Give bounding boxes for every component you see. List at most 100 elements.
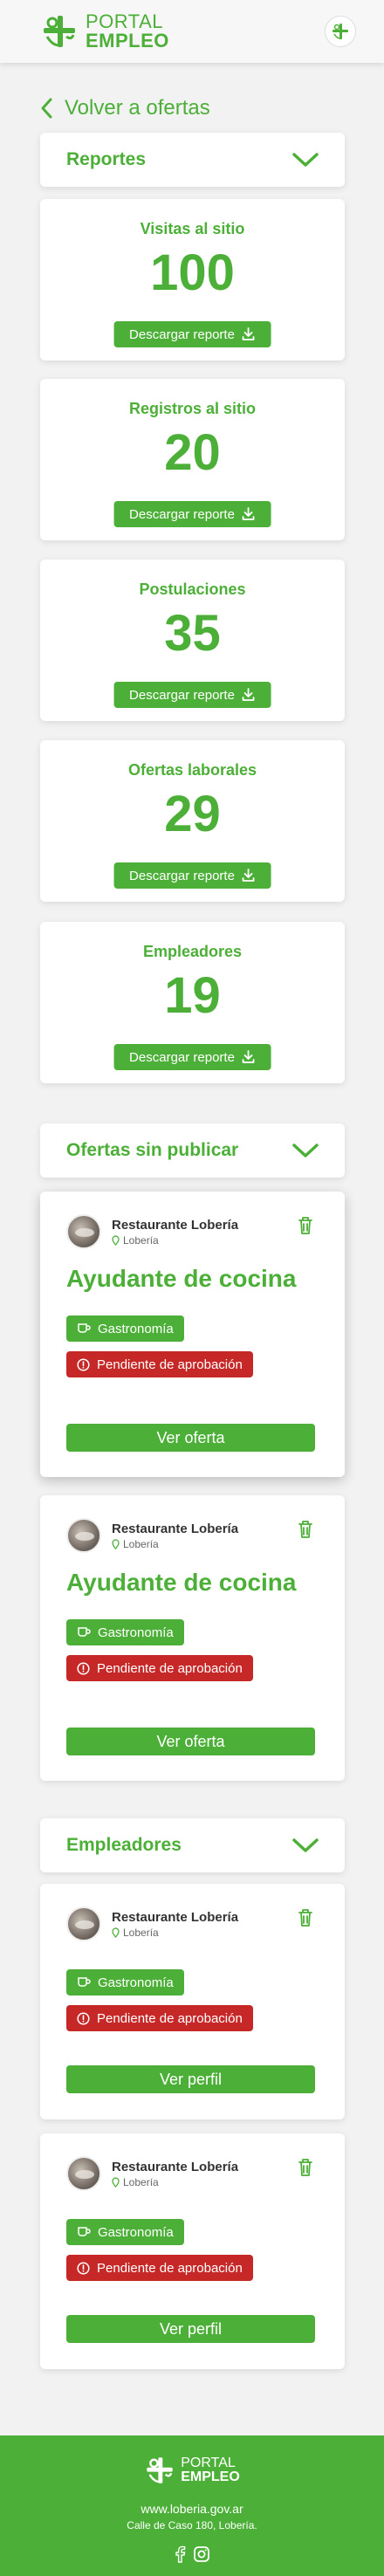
back-to-offers-link[interactable]: Volver a ofertas	[40, 96, 210, 120]
alert-circle-icon	[77, 1661, 90, 1675]
location-pin-icon	[112, 1234, 120, 1246]
company-name: Restaurante Lobería	[112, 1909, 239, 1925]
stat-card-job-offers: Ofertas laborales 29 Descargar reporte	[40, 740, 345, 902]
company-location: Lobería	[112, 1234, 238, 1247]
stat-label: Visitas al sitio	[140, 220, 245, 237]
category-label: Gastronomía	[98, 1975, 174, 1990]
download-icon	[243, 327, 255, 340]
offer-card: Restaurante Lobería Lobería Ayudante de …	[40, 1192, 345, 1477]
view-profile-button[interactable]: Ver perfil	[66, 2065, 315, 2093]
stat-card-visits: Visitas al sitio 100 Descargar reporte	[40, 199, 345, 361]
alert-circle-icon	[77, 2011, 90, 2025]
chevron-down-icon	[292, 153, 319, 167]
delete-button[interactable]	[298, 1520, 313, 1542]
coffee-cup-icon	[78, 1323, 91, 1333]
view-offer-button[interactable]: Ver oferta	[66, 1728, 315, 1755]
download-icon	[243, 507, 255, 520]
coffee-cup-icon	[78, 1977, 91, 1987]
location-label: Lobería	[123, 1537, 159, 1550]
employers-accordion[interactable]: Empleadores	[40, 1818, 345, 1872]
category-tag: Gastronomía	[66, 1969, 184, 1996]
social-links	[0, 2545, 384, 2563]
status-label: Pendiente de aprobación	[97, 2260, 243, 2276]
download-report-button[interactable]: Descargar reporte	[113, 682, 271, 708]
stat-label: Postulaciones	[139, 580, 246, 598]
trash-icon	[298, 1521, 312, 1538]
brand-bottom-text: EMPLEO	[86, 30, 169, 52]
footer-brand-top: PORTAL	[181, 2456, 236, 2470]
chevron-down-icon	[292, 1838, 319, 1852]
download-report-button[interactable]: Descargar reporte	[113, 501, 271, 527]
company-info: Restaurante Lobería Lobería	[66, 1214, 238, 1249]
brand-logo[interactable]: PORTAL EMPLEO	[40, 12, 169, 51]
footer-website[interactable]: www.loberia.gov.ar	[0, 2502, 384, 2516]
footer-address: Calle de Caso 180, Lobería.	[127, 2519, 257, 2531]
brand-top-text: PORTAL	[86, 10, 163, 32]
status-badge: Pendiente de aprobación	[66, 2255, 253, 2281]
chevron-down-icon	[292, 1144, 319, 1157]
company-name: Restaurante Lobería	[112, 1217, 239, 1233]
company-location: Lobería	[112, 1927, 238, 1939]
company-info: Restaurante Lobería Lobería	[66, 2156, 238, 2191]
stat-card-applications: Postulaciones 35 Descargar reporte	[40, 560, 345, 721]
view-profile-button[interactable]: Ver perfil	[66, 2315, 315, 2343]
location-pin-icon	[112, 2176, 120, 2188]
offer-card: Restaurante Lobería Lobería Ayudante de …	[40, 1495, 345, 1781]
stat-value: 100	[150, 244, 235, 301]
category-label: Gastronomía	[98, 1321, 174, 1336]
reports-title: Reportes	[66, 149, 147, 169]
download-icon	[243, 688, 255, 701]
coffee-cup-icon	[78, 1627, 91, 1637]
back-link-label: Volver a ofertas	[65, 96, 210, 120]
download-report-button[interactable]: Descargar reporte	[113, 321, 271, 347]
status-label: Pendiente de aprobación	[97, 1357, 243, 1372]
company-name: Restaurante Lobería	[112, 2159, 239, 2174]
stat-value: 20	[164, 424, 221, 481]
location-label: Lobería	[123, 1926, 159, 1939]
download-report-button[interactable]: Descargar reporte	[113, 1044, 271, 1070]
download-button-label: Descargar reporte	[129, 1049, 235, 1065]
job-title: Ayudante de cocina	[66, 1265, 297, 1292]
download-button-label: Descargar reporte	[129, 326, 235, 342]
location-label: Lobería	[123, 1233, 159, 1247]
stat-card-employers: Empleadores 19 Descargar reporte	[40, 922, 345, 1083]
footer-brand-bottom: EMPLEO	[181, 2470, 240, 2484]
delete-button[interactable]	[298, 1908, 313, 1931]
view-offer-button[interactable]: Ver oferta	[66, 1424, 315, 1452]
company-logo	[66, 1906, 101, 1941]
portal-empleo-logo-icon	[333, 24, 348, 39]
employer-card: Restaurante Lobería Lobería Gastronomía …	[40, 1884, 345, 2119]
location-pin-icon	[112, 1538, 120, 1549]
delete-button[interactable]	[298, 1216, 313, 1239]
user-avatar[interactable]	[325, 16, 356, 47]
company-location: Lobería	[112, 2176, 238, 2188]
stat-value: 35	[164, 605, 221, 662]
company-name: Restaurante Lobería	[112, 1521, 239, 1536]
employer-card: Restaurante Lobería Lobería Gastronomía …	[40, 2133, 345, 2369]
unpublished-offers-accordion[interactable]: Ofertas sin publicar	[40, 1123, 345, 1178]
job-title: Ayudante de cocina	[66, 1569, 297, 1596]
facebook-icon[interactable]	[174, 2545, 186, 2563]
category-label: Gastronomía	[98, 1625, 174, 1640]
reports-accordion[interactable]: Reportes	[40, 133, 345, 187]
download-button-label: Descargar reporte	[129, 506, 235, 522]
trash-icon	[298, 1909, 312, 1927]
category-label: Gastronomía	[98, 2224, 174, 2240]
footer-brand[interactable]: PORTAL EMPLEO	[0, 2455, 384, 2486]
stat-label: Empleadores	[142, 943, 243, 960]
status-label: Pendiente de aprobación	[97, 1660, 243, 1676]
company-logo	[66, 1214, 101, 1249]
coffee-cup-icon	[78, 2227, 91, 2236]
alert-circle-icon	[77, 2261, 90, 2275]
stat-value: 19	[164, 967, 221, 1024]
instagram-icon[interactable]	[193, 2545, 210, 2563]
download-button-label: Descargar reporte	[129, 687, 235, 703]
trash-icon	[298, 1217, 312, 1234]
stat-card-registrations: Registros al sitio 20 Descargar reporte	[40, 379, 345, 540]
stat-value: 29	[164, 786, 221, 842]
download-report-button[interactable]: Descargar reporte	[113, 862, 271, 889]
status-badge: Pendiente de aprobación	[66, 1351, 253, 1377]
delete-button[interactable]	[298, 2158, 313, 2181]
unpublished-offers-title: Ofertas sin publicar	[66, 1140, 239, 1160]
location-label: Lobería	[123, 2175, 159, 2188]
